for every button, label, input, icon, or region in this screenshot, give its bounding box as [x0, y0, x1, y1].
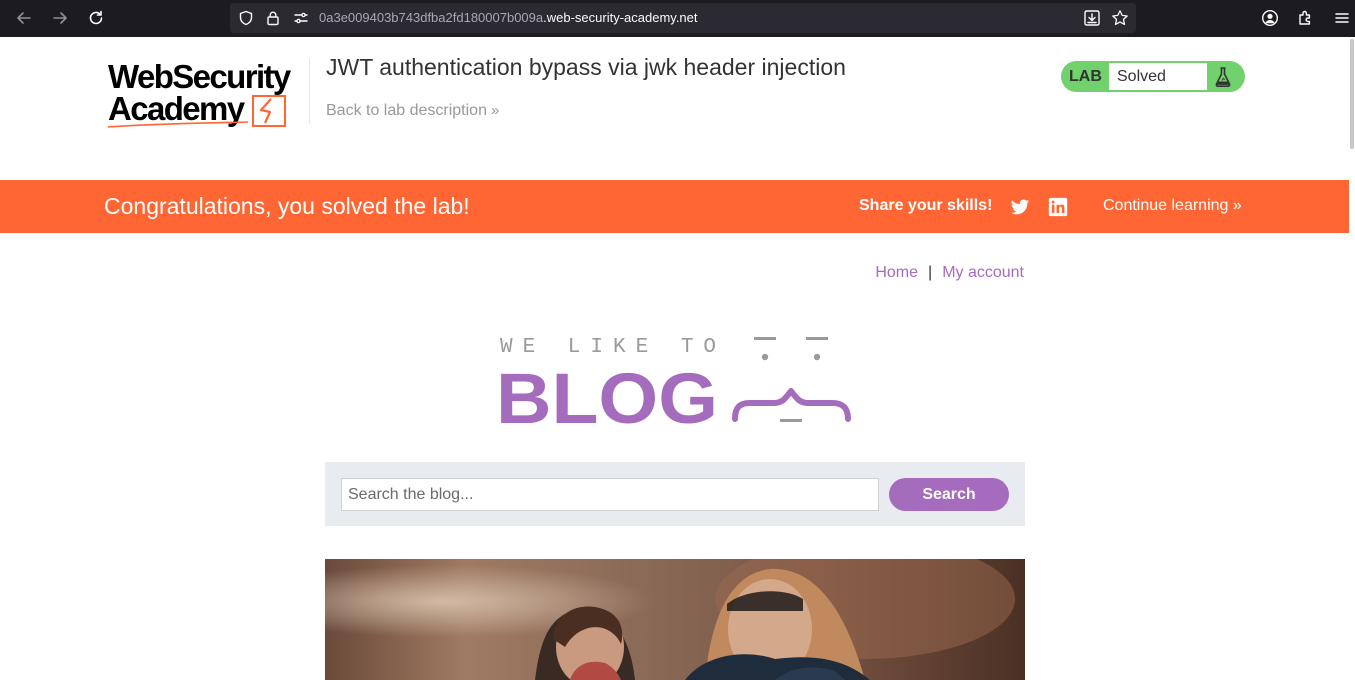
account-icon[interactable] — [1259, 7, 1281, 29]
lab-solved-banner: Congratulations, you solved the lab! Sha… — [0, 180, 1349, 233]
url-text[interactable]: 0a3e009403b743dfba2fd180007b009a.web-sec… — [319, 10, 698, 25]
top-navigation: Home | My account — [875, 264, 1024, 282]
url-bar[interactable]: 0a3e009403b743dfba2fd180007b009a.web-sec… — [230, 3, 1136, 33]
double-chevron-right-icon: » — [490, 102, 500, 119]
we-like-to-blog-logo: WE LIKE TO BLOG — [498, 336, 851, 433]
blog-title: BLOG — [498, 360, 718, 433]
header-divider — [309, 58, 310, 124]
lab-status-text: Solved — [1109, 63, 1207, 90]
bookmark-star-icon[interactable] — [1110, 8, 1130, 28]
blog-post-image[interactable] — [325, 559, 1025, 680]
continue-learning-label: Continue learning — [1103, 197, 1229, 214]
linkedin-icon[interactable] — [1047, 196, 1069, 218]
blog-face-icon — [732, 337, 851, 422]
share-skills-label: Share your skills! — [859, 197, 993, 214]
logo-bolt-icon — [108, 95, 286, 128]
scrollbar-thumb[interactable] — [1350, 39, 1354, 149]
page-scrollbar[interactable] — [1349, 37, 1355, 680]
twitter-icon[interactable] — [1009, 196, 1031, 218]
back-to-lab-description-link[interactable]: Back to lab description» — [326, 102, 499, 120]
lab-status-badge: LAB Solved — [1061, 61, 1245, 92]
lab-label: LAB — [1069, 68, 1102, 85]
menu-icon[interactable] — [1331, 7, 1353, 29]
permissions-icon[interactable] — [291, 8, 311, 28]
reload-icon[interactable] — [85, 7, 107, 29]
url-subdomain: 0a3e009403b743dfba2fd180007b009a — [319, 10, 544, 25]
search-button[interactable]: Search — [889, 478, 1009, 511]
double-chevron-right-icon: » — [1232, 197, 1242, 214]
lab-title: JWT authentication bypass via jwk header… — [326, 54, 846, 80]
blog-tagline: WE LIKE TO — [500, 336, 726, 359]
web-security-academy-logo[interactable]: WebSecurity Academy — [108, 58, 308, 134]
flask-icon — [1215, 67, 1231, 87]
nav-separator: | — [928, 264, 933, 281]
browser-toolbar: 0a3e009403b743dfba2fd180007b009a.web-sec… — [0, 0, 1355, 37]
lock-icon[interactable] — [263, 8, 283, 28]
back-link-label: Back to lab description — [326, 102, 487, 119]
url-domain: .web-security-academy.net — [543, 10, 698, 25]
my-account-link[interactable]: My account — [942, 264, 1024, 281]
download-icon[interactable] — [1082, 8, 1102, 28]
home-link[interactable]: Home — [875, 264, 918, 281]
shield-icon[interactable] — [236, 8, 256, 28]
forward-icon[interactable] — [49, 7, 71, 29]
extensions-icon[interactable] — [1295, 7, 1317, 29]
blog-search-panel: Search — [325, 462, 1025, 526]
back-icon[interactable] — [13, 7, 35, 29]
blog-search-input[interactable] — [341, 478, 879, 511]
congratulations-message: Congratulations, you solved the lab! — [104, 193, 470, 219]
continue-learning-link[interactable]: Continue learning » — [1103, 197, 1242, 215]
